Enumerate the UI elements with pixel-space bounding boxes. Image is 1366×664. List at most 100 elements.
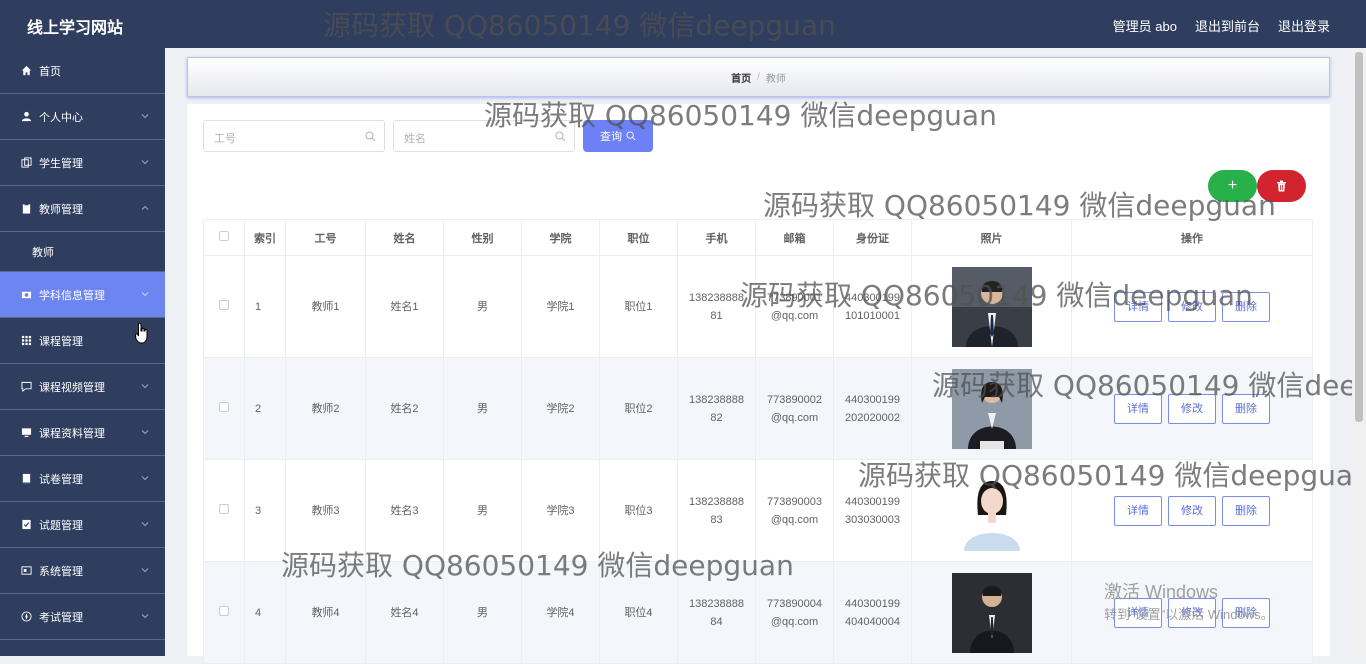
phone-line: 83 [710, 513, 723, 526]
sidebar-subitem-teacher[interactable]: 教师 [0, 232, 165, 272]
clipboard-icon [20, 203, 32, 215]
operations-cell: 详情 修改 删除 [1071, 255, 1313, 358]
row-select-cell[interactable] [203, 255, 245, 358]
index-cell: 4 [244, 561, 286, 664]
position-cell: 职位4 [599, 561, 678, 664]
row-select-cell[interactable] [203, 561, 245, 664]
photo-cell [911, 459, 1072, 562]
table-header-row: 索引 工号 姓名 性别 学院 职位 手机 邮箱 身份证 照片 操作 [203, 219, 1313, 256]
batch-delete-button[interactable] [1257, 170, 1306, 202]
gender-cell: 男 [443, 459, 522, 562]
sidebar-item-label: 教师 [32, 246, 54, 259]
column-header: 邮箱 [755, 219, 834, 256]
sidebar-item-subject-info[interactable]: 学科信息管理 [0, 272, 165, 318]
detail-button[interactable]: 详情 [1114, 495, 1162, 526]
sidebar-item-label: 学生管理 [39, 157, 83, 170]
column-header: 索引 [244, 219, 286, 256]
edit-button[interactable]: 修改 [1168, 495, 1216, 526]
phone-cell: 138238888 84 [677, 561, 756, 664]
sidebar-item-label: 首页 [39, 65, 61, 78]
admin-user-label[interactable]: 管理员 abo [1113, 16, 1177, 35]
row-select-cell[interactable] [203, 357, 245, 460]
sidebar-item-label: 教师管理 [39, 203, 83, 216]
phone-line: 81 [710, 309, 723, 322]
row-checkbox[interactable] [219, 503, 229, 514]
user-icon [20, 111, 32, 123]
id-line: 440300199 [844, 393, 901, 406]
table-row: 1 教师1 姓名1 男 学院1 职位1 138238888 81 77389000… [203, 255, 1313, 358]
sidebar-item-teachers[interactable]: 教师管理 [0, 186, 165, 232]
id-card-cell: 440300199 404040004 [833, 561, 912, 664]
trash-icon [1277, 180, 1286, 192]
gender-cell: 男 [443, 255, 522, 358]
chevron-down-icon [141, 292, 149, 297]
table-row: 2 教师2 姓名2 男 学院2 职位2 138238888 82 77389000… [203, 357, 1313, 460]
sidebar-item-system[interactable]: 系统管理 [0, 548, 165, 594]
column-header: 操作 [1071, 219, 1313, 256]
edit-button[interactable]: 修改 [1168, 393, 1216, 424]
photo-cell [911, 255, 1072, 358]
detail-button[interactable]: 详情 [1114, 291, 1162, 322]
row-checkbox[interactable] [219, 299, 229, 310]
edit-button[interactable]: 修改 [1168, 291, 1216, 322]
scrollbar-thumb[interactable] [1355, 52, 1363, 422]
chevron-down-icon [141, 568, 149, 573]
teacher-photo [951, 572, 1032, 653]
phone-cell: 138238888 83 [677, 459, 756, 562]
sidebar-item-questions[interactable]: 试题管理 [0, 502, 165, 548]
sidebar-item-label: 课程资料管理 [39, 427, 105, 440]
sidebar-item-home[interactable]: 首页 [0, 48, 165, 94]
column-header: 身份证 [833, 219, 912, 256]
grid-icon [20, 335, 32, 347]
sidebar-item-papers[interactable]: 试卷管理 [0, 456, 165, 502]
name-cell: 姓名2 [365, 357, 444, 460]
sidebar-item-label: 试卷管理 [39, 473, 83, 486]
email-line: @qq.com [770, 513, 819, 526]
teacher-no-cell: 教师2 [285, 357, 366, 460]
breadcrumb-current: 教师 [765, 73, 786, 85]
delete-button[interactable]: 删除 [1222, 291, 1270, 322]
college-cell: 学院3 [521, 459, 600, 562]
sidebar-item-personal[interactable]: 个人中心 [0, 94, 165, 140]
breadcrumb-home[interactable]: 首页 [731, 70, 751, 85]
id-card-cell: 440300199 303030003 [833, 459, 912, 562]
sidebar-item-exams[interactable]: 考试管理 [0, 594, 165, 640]
search-icon [365, 131, 376, 142]
photo-cell [911, 357, 1072, 460]
exit-to-front-link[interactable]: 退出到前台 [1195, 16, 1260, 35]
position-cell: 职位3 [599, 459, 678, 562]
app-title: 线上学习网站 [27, 20, 124, 37]
teacher-no-cell: 教师1 [285, 255, 366, 358]
name-search-input[interactable]: 姓名 [393, 120, 575, 152]
delete-button[interactable]: 删除 [1222, 393, 1270, 424]
chevron-down-icon [141, 384, 149, 389]
chevron-down-icon [141, 114, 149, 119]
teacher-no-search-input[interactable]: 工号 [203, 120, 385, 152]
row-checkbox[interactable] [219, 401, 229, 412]
phone-line: 138238888 [688, 597, 745, 610]
sidebar-item-students[interactable]: 学生管理 [0, 140, 165, 186]
id-line: 440300199 [844, 291, 901, 304]
select-all-checkbox[interactable] [219, 231, 229, 241]
detail-button[interactable]: 详情 [1114, 393, 1162, 424]
add-button[interactable]: + [1208, 170, 1257, 202]
column-header: 职位 [599, 219, 678, 256]
row-select-cell[interactable] [203, 459, 245, 562]
logout-link[interactable]: 退出登录 [1278, 16, 1330, 35]
page-scrollbar[interactable] [1352, 48, 1366, 656]
sidebar-item-course-materials[interactable]: 课程资料管理 [0, 410, 165, 456]
phone-cell: 138238888 82 [677, 357, 756, 460]
query-button[interactable]: 查询 [583, 120, 653, 152]
column-header: 照片 [911, 219, 1072, 256]
index-cell: 3 [244, 459, 286, 562]
position-cell: 职位1 [599, 255, 678, 358]
position-cell: 职位2 [599, 357, 678, 460]
select-all-cell[interactable] [203, 219, 245, 256]
row-checkbox[interactable] [219, 605, 229, 616]
phone-line: 138238888 [688, 495, 745, 508]
delete-button[interactable]: 删除 [1222, 495, 1270, 526]
teacher-photo [951, 368, 1032, 449]
sidebar-item-course-videos[interactable]: 课程视频管理 [0, 364, 165, 410]
college-cell: 学院4 [521, 561, 600, 664]
top-bar: 线上学习网站 管理员 abo 退出到前台 退出登录 [0, 0, 1366, 48]
